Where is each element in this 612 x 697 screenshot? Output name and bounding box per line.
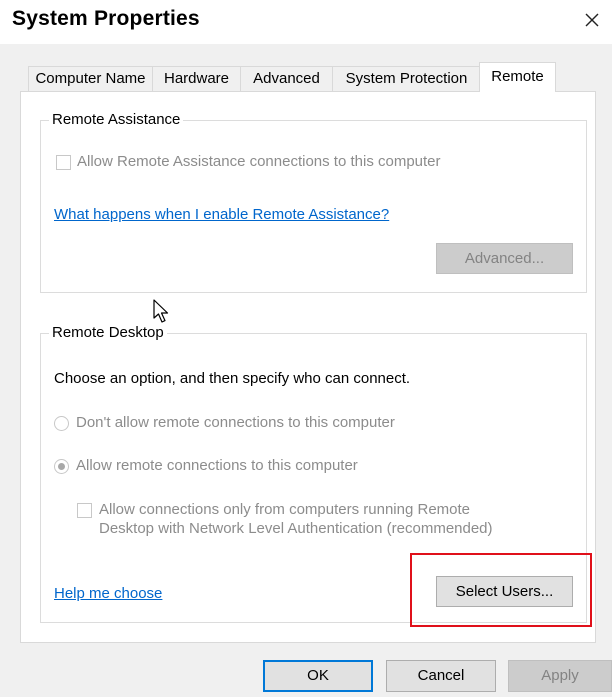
close-icon[interactable] [578, 6, 606, 34]
cancel-button[interactable]: Cancel [386, 660, 496, 692]
advanced-button[interactable]: Advanced... [436, 243, 573, 274]
nla-label-line1: Allow connections only from computers ru… [99, 501, 471, 518]
tab-remote[interactable]: Remote [479, 62, 556, 92]
window-title: System Properties [12, 7, 200, 30]
allow-remote-label: Allow remote connections to this compute… [76, 457, 358, 474]
dont-allow-remote-label: Don't allow remote connections to this c… [76, 414, 395, 431]
nla-checkbox[interactable] [77, 503, 92, 518]
remote-assistance-help-link[interactable]: What happens when I enable Remote Assist… [54, 206, 389, 224]
allow-remote-assistance-checkbox[interactable] [56, 155, 71, 170]
remote-desktop-instruction: Choose an option, and then specify who c… [54, 370, 411, 387]
mouse-pointer-icon [153, 299, 169, 323]
tab-hardware[interactable]: Hardware [152, 66, 241, 91]
allow-remote-assistance-label: Allow Remote Assistance connections to t… [77, 153, 441, 170]
tab-advanced[interactable]: Advanced [240, 66, 333, 91]
dont-allow-remote-radio[interactable] [54, 416, 69, 431]
remote-desktop-group-label: Remote Desktop [49, 324, 167, 342]
help-me-choose-link[interactable]: Help me choose [54, 585, 162, 603]
title-bar: System Properties [0, 0, 612, 44]
annotation-highlight-box [410, 553, 592, 627]
apply-button[interactable]: Apply [508, 660, 612, 692]
remote-assistance-group-label: Remote Assistance [49, 111, 184, 129]
tab-system-protection[interactable]: System Protection [332, 66, 481, 91]
allow-remote-radio[interactable] [54, 459, 69, 474]
nla-label-line2: Desktop with Network Level Authenticatio… [99, 520, 493, 537]
ok-button[interactable]: OK [263, 660, 373, 692]
radio-selected-dot [58, 463, 65, 470]
tab-computer-name[interactable]: Computer Name [28, 66, 153, 91]
